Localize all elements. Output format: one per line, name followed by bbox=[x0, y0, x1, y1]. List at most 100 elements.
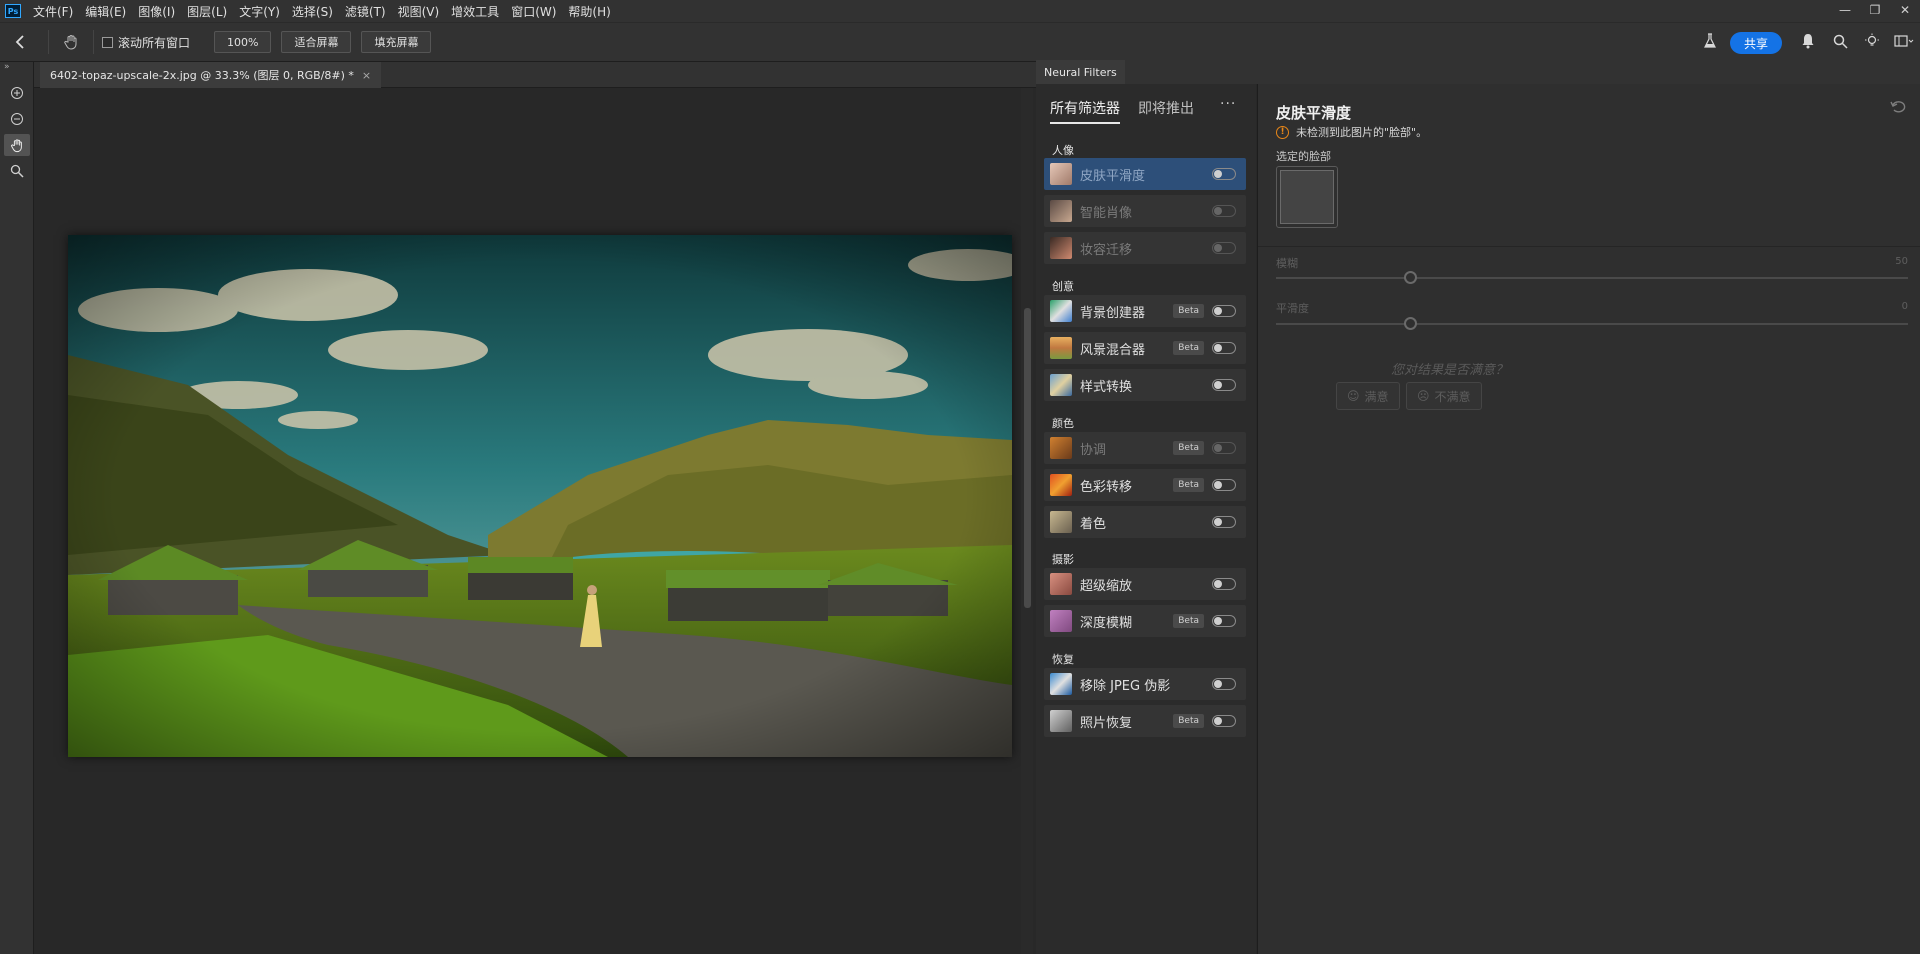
neural-filters-tab[interactable]: Neural Filters bbox=[1036, 60, 1125, 84]
category-restoration: 恢复 bbox=[1052, 653, 1074, 666]
filter-toggle[interactable] bbox=[1212, 516, 1236, 528]
filter-color-transfer[interactable]: 色彩转移 Beta bbox=[1044, 469, 1246, 501]
zoom-out-icon[interactable] bbox=[4, 108, 30, 130]
search-icon[interactable] bbox=[1824, 34, 1856, 53]
vertical-scrollbar[interactable] bbox=[1021, 88, 1033, 954]
frown-icon: ☹ bbox=[1417, 389, 1430, 403]
filter-toggle[interactable] bbox=[1212, 678, 1236, 690]
warning-text: 未检测到此图片的"脸部"。 bbox=[1296, 126, 1428, 139]
smoothness-slider-knob[interactable] bbox=[1404, 317, 1417, 330]
hand-tool-icon[interactable] bbox=[57, 34, 85, 50]
back-arrow-icon[interactable] bbox=[0, 35, 40, 49]
hand-tool-icon[interactable] bbox=[4, 134, 30, 156]
filter-tabs: 所有筛选器 即将推出 bbox=[1050, 98, 1212, 124]
filter-toggle[interactable] bbox=[1212, 342, 1236, 354]
filter-toggle[interactable] bbox=[1212, 168, 1236, 180]
filter-toggle[interactable] bbox=[1212, 715, 1236, 727]
magnifier-icon[interactable] bbox=[4, 160, 30, 182]
scrollbar-thumb[interactable] bbox=[1024, 308, 1031, 608]
menu-view[interactable]: 视图(V) bbox=[392, 3, 446, 20]
filter-toggle[interactable] bbox=[1212, 379, 1236, 391]
filter-depth-blur[interactable]: 深度模糊 Beta bbox=[1044, 605, 1246, 637]
menu-edit[interactable]: 编辑(E) bbox=[79, 3, 132, 20]
window-controls: — ❐ ✕ bbox=[1830, 0, 1920, 20]
filter-toggle[interactable] bbox=[1212, 479, 1236, 491]
close-window-button[interactable]: ✕ bbox=[1890, 0, 1920, 20]
filter-photo-restoration[interactable]: 照片恢复 Beta bbox=[1044, 705, 1246, 737]
filter-name: 皮肤平滑度 bbox=[1080, 168, 1146, 184]
tab-all-filters[interactable]: 所有筛选器 bbox=[1050, 98, 1120, 124]
fill-screen-button[interactable]: 填充屏幕 bbox=[361, 31, 432, 53]
menu-layer[interactable]: 图层(L) bbox=[181, 3, 233, 20]
menu-plugins[interactable]: 增效工具 bbox=[445, 3, 505, 20]
filter-toggle[interactable] bbox=[1212, 442, 1236, 454]
zoom-in-icon[interactable] bbox=[4, 82, 30, 104]
fit-screen-button[interactable]: 适合屏幕 bbox=[281, 31, 352, 53]
filter-name: 样式转换 bbox=[1080, 379, 1133, 395]
jpeg-artifact-thumbnail bbox=[1050, 673, 1072, 695]
smoothness-slider-track[interactable] bbox=[1276, 323, 1908, 325]
style-transfer-thumbnail bbox=[1050, 374, 1072, 396]
filter-toggle[interactable] bbox=[1212, 305, 1236, 317]
smile-icon: ☺ bbox=[1347, 389, 1360, 403]
beta-badge: Beta bbox=[1173, 478, 1204, 492]
satisfied-button[interactable]: ☺ 满意 bbox=[1336, 382, 1400, 410]
filter-toggle[interactable] bbox=[1212, 242, 1236, 254]
tab-coming-soon[interactable]: 即将推出 bbox=[1138, 98, 1194, 124]
reset-icon[interactable] bbox=[1890, 100, 1906, 118]
filter-list-panel: 所有筛选器 即将推出 ··· 人像 皮肤平滑度 智能肖像 妆容迁移 创意 背景创… bbox=[1036, 84, 1256, 954]
filter-detail-panel: 皮肤平滑度 ! 未检测到此图片的"脸部"。 选定的脸部 模糊 50 平滑度 0 … bbox=[1257, 84, 1920, 954]
filter-toggle[interactable] bbox=[1212, 615, 1236, 627]
filter-harmonization[interactable]: 协调 Beta bbox=[1044, 432, 1246, 464]
scroll-all-checkbox[interactable] bbox=[102, 36, 113, 48]
share-button[interactable]: 共享 bbox=[1729, 32, 1782, 54]
beta-badge: Beta bbox=[1173, 341, 1204, 355]
filter-name: 移除 JPEG 伪影 bbox=[1080, 678, 1171, 694]
document-tab-title: 6402-topaz-upscale-2x.jpg @ 33.3% (图层 0,… bbox=[50, 69, 354, 82]
minimize-button[interactable]: — bbox=[1830, 0, 1860, 20]
selected-face-thumbnail[interactable] bbox=[1276, 166, 1338, 228]
restore-button[interactable]: ❐ bbox=[1860, 0, 1890, 20]
filter-makeup-transfer[interactable]: 妆容迁移 bbox=[1044, 232, 1246, 264]
left-toolbar: » bbox=[0, 62, 34, 954]
menu-select[interactable]: 选择(S) bbox=[286, 3, 339, 20]
more-options-icon[interactable]: ··· bbox=[1220, 96, 1236, 112]
beta-badge: Beta bbox=[1173, 441, 1204, 455]
bell-icon[interactable] bbox=[1792, 33, 1824, 53]
filter-colorize[interactable]: 着色 bbox=[1044, 506, 1246, 538]
collapse-arrows-icon[interactable]: » bbox=[0, 62, 33, 78]
blur-slider-track[interactable] bbox=[1276, 277, 1908, 279]
document-tab[interactable]: 6402-topaz-upscale-2x.jpg @ 33.3% (图层 0,… bbox=[40, 62, 382, 88]
filter-name: 色彩转移 bbox=[1080, 479, 1133, 495]
color-transfer-thumbnail bbox=[1050, 474, 1072, 496]
filter-toggle[interactable] bbox=[1212, 205, 1236, 217]
smoothness-slider-value: 0 bbox=[1901, 301, 1908, 312]
workspace-icon[interactable] bbox=[1888, 34, 1920, 52]
close-tab-icon[interactable]: × bbox=[362, 69, 371, 82]
lightbulb-icon[interactable] bbox=[1856, 33, 1888, 53]
filter-skin-smoothing[interactable]: 皮肤平滑度 bbox=[1044, 158, 1246, 190]
menu-image[interactable]: 图像(I) bbox=[132, 3, 181, 20]
beaker-icon[interactable] bbox=[1694, 33, 1726, 53]
filter-super-zoom[interactable]: 超级缩放 bbox=[1044, 568, 1246, 600]
menu-type[interactable]: 文字(Y) bbox=[233, 3, 286, 20]
filter-toggle[interactable] bbox=[1212, 578, 1236, 590]
menu-window[interactable]: 窗口(W) bbox=[505, 3, 562, 20]
menu-filter[interactable]: 滤镜(T) bbox=[339, 3, 392, 20]
filter-background-creator[interactable]: 背景创建器 Beta bbox=[1044, 295, 1246, 327]
filter-name: 智能肖像 bbox=[1080, 205, 1133, 221]
beta-badge: Beta bbox=[1173, 614, 1204, 628]
smoothness-slider-label: 平滑度 bbox=[1276, 302, 1309, 315]
category-portrait: 人像 bbox=[1052, 144, 1074, 157]
blur-slider-label: 模糊 bbox=[1276, 257, 1298, 270]
zoom-level-field[interactable]: 100% bbox=[214, 31, 272, 53]
menu-file[interactable]: 文件(F) bbox=[27, 3, 79, 20]
menu-help[interactable]: 帮助(H) bbox=[562, 3, 616, 20]
blur-slider-knob[interactable] bbox=[1404, 271, 1417, 284]
beta-badge: Beta bbox=[1173, 714, 1204, 728]
filter-name: 超级缩放 bbox=[1080, 578, 1133, 594]
filter-smart-portrait[interactable]: 智能肖像 bbox=[1044, 195, 1246, 227]
unsatisfied-button[interactable]: ☹ 不满意 bbox=[1406, 382, 1482, 410]
document-canvas[interactable] bbox=[34, 88, 1036, 954]
filter-jpeg-artifact-removal[interactable]: 移除 JPEG 伪影 bbox=[1044, 668, 1246, 700]
